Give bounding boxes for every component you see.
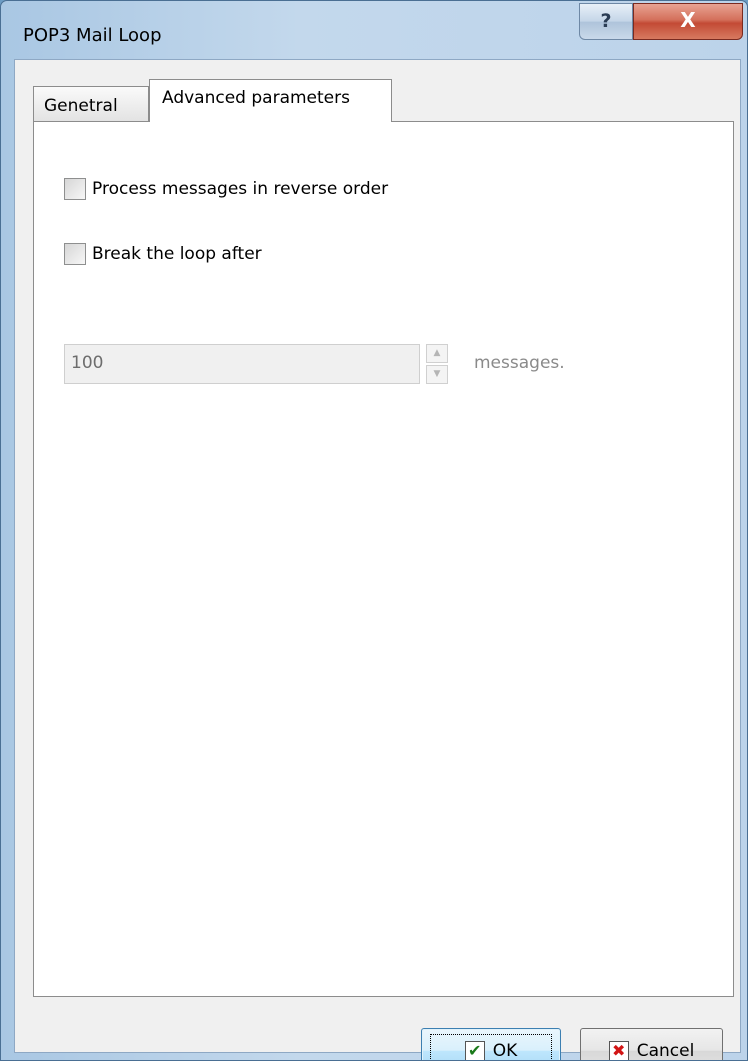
message-count-spinner[interactable]: ▲ ▼ xyxy=(426,344,448,384)
spin-up-arrow-icon[interactable]: ▲ xyxy=(426,344,448,363)
reverse-order-label[interactable]: Process messages in reverse order xyxy=(92,179,388,199)
ok-button[interactable]: ✔ OK xyxy=(421,1028,561,1060)
message-count-input[interactable]: 100 xyxy=(64,344,420,384)
focus-rectangle xyxy=(430,1034,552,1060)
reverse-order-row[interactable]: Process messages in reverse order xyxy=(64,178,388,200)
spin-down-arrow-icon[interactable]: ▼ xyxy=(426,365,448,384)
break-loop-label[interactable]: Break the loop after xyxy=(92,244,262,264)
close-button[interactable]: X xyxy=(633,3,743,40)
messages-suffix-label: messages. xyxy=(474,353,565,373)
reverse-order-checkbox[interactable] xyxy=(64,178,86,200)
cancel-x-icon: ✖ xyxy=(608,1040,629,1060)
help-button[interactable]: ? xyxy=(579,3,633,40)
break-loop-row[interactable]: Break the loop after xyxy=(64,243,262,265)
tab-advanced-parameters[interactable]: Advanced parameters xyxy=(149,79,392,122)
tab-general[interactable]: Genetral xyxy=(33,86,149,121)
advanced-parameters-panel: Process messages in reverse order Break … xyxy=(33,121,734,997)
cancel-button-label: Cancel xyxy=(636,1040,695,1061)
title-bar[interactable]: POP3 Mail Loop ? X xyxy=(1,1,747,57)
tab-strip: Genetral Advanced parameters xyxy=(33,79,733,122)
dialog-window: POP3 Mail Loop ? X Genetral Advanced par… xyxy=(0,0,748,1061)
window-title: POP3 Mail Loop xyxy=(23,25,162,46)
cancel-button[interactable]: ✖ Cancel xyxy=(580,1028,723,1061)
break-loop-checkbox[interactable] xyxy=(64,243,86,265)
dialog-client-area: Genetral Advanced parameters Process mes… xyxy=(14,59,741,1060)
